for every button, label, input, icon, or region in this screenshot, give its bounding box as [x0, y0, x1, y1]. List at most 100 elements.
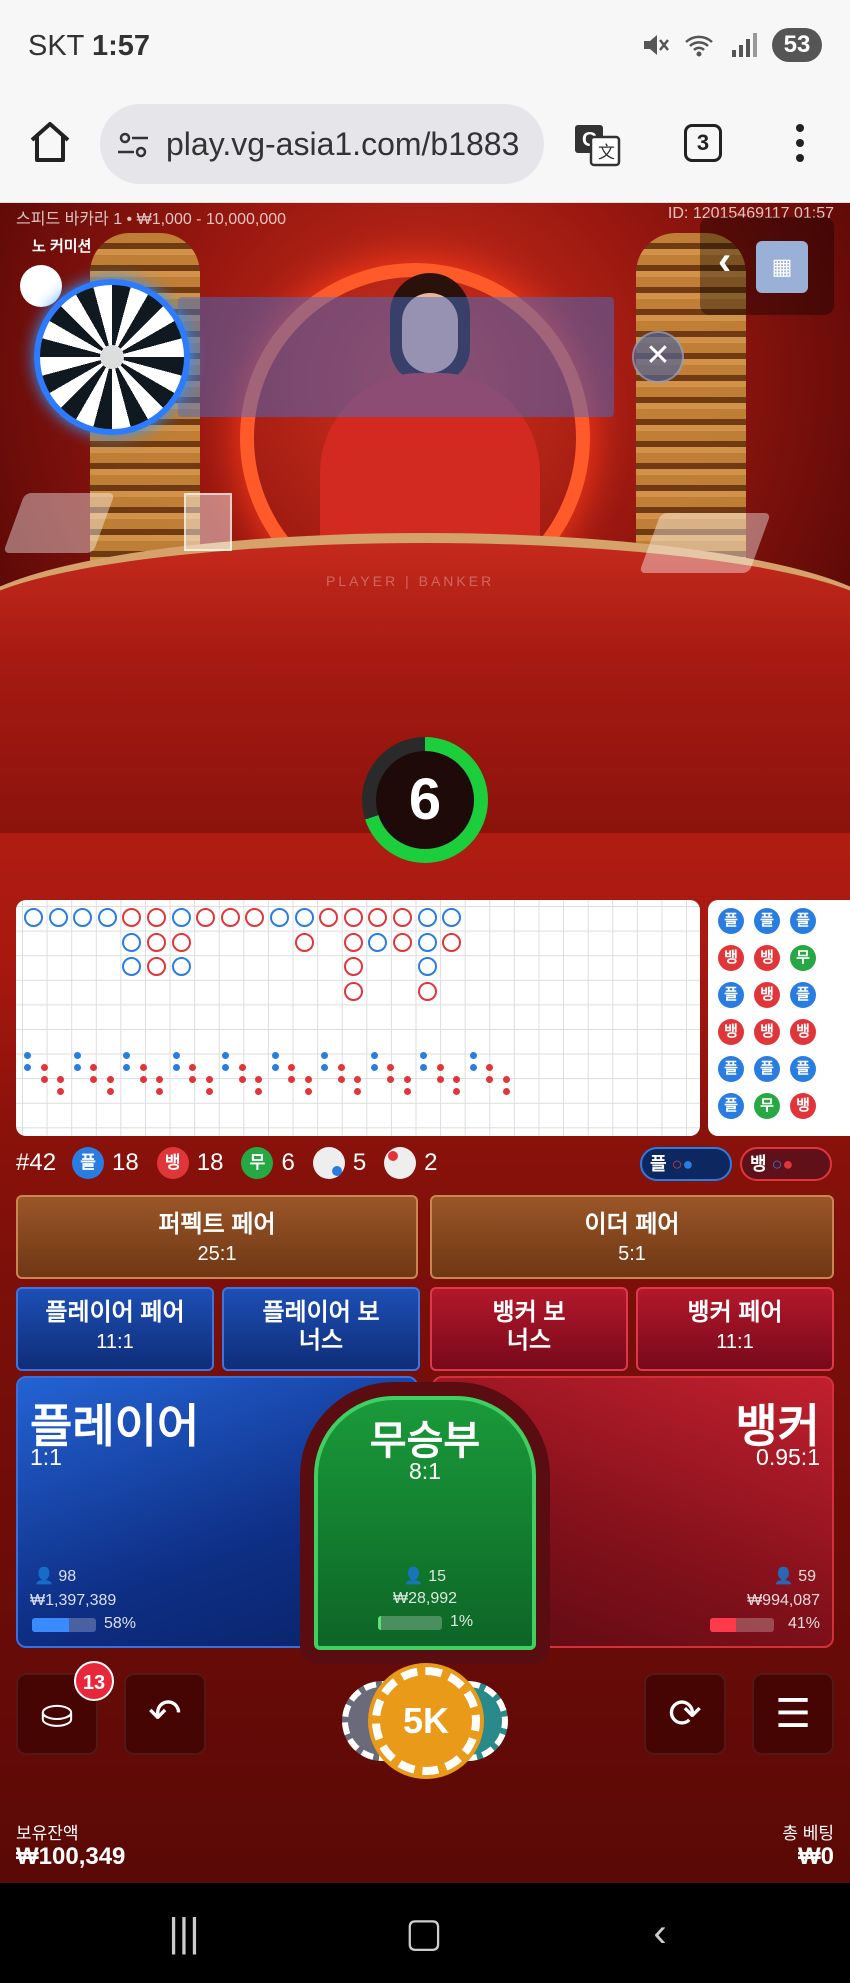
- translate-icon[interactable]: G文: [572, 120, 622, 170]
- back-icon[interactable]: ‹: [630, 1913, 690, 1957]
- player-pair-bet[interactable]: 플레이어 페어 11:1: [16, 1287, 214, 1371]
- discard-box: [184, 493, 232, 551]
- home-icon[interactable]: [26, 118, 74, 166]
- undo-button[interactable]: ↶: [124, 1673, 206, 1755]
- player-ask-button[interactable]: 플 ○●: [640, 1147, 732, 1181]
- promo-banner[interactable]: [178, 297, 614, 417]
- perfect-pair-label: 퍼펙트 페어: [158, 1211, 276, 1238]
- derived-road-mark: [73, 1064, 81, 1071]
- derived-road-mark: [502, 1088, 510, 1095]
- big-road-mark: [147, 932, 166, 952]
- big-road-mark: [196, 908, 216, 927]
- bead-road-cell: 뱅: [754, 982, 780, 1008]
- big-road-mark: [343, 957, 363, 977]
- more-menu-icon[interactable]: [788, 120, 812, 168]
- user-icon: 👤: [403, 1568, 424, 1585]
- derived-road-mark: [189, 1076, 196, 1083]
- derived-road-mark: [156, 1076, 163, 1083]
- player-ask-label: 플: [650, 1154, 667, 1174]
- derived-road-mark: [255, 1076, 262, 1083]
- player-pair-icon: [312, 1147, 345, 1179]
- big-road-mark: [73, 908, 93, 927]
- perfect-pair-bet[interactable]: 퍼펙트 페어 25:1: [16, 1195, 418, 1279]
- derived-road-mark: [387, 1076, 394, 1083]
- big-road-mark: [417, 932, 437, 952]
- derived-road-mark: [106, 1076, 114, 1083]
- tab-switcher-button[interactable]: 3: [684, 124, 722, 162]
- countdown-value: 6: [376, 751, 474, 849]
- derived-road-mark: [40, 1064, 48, 1071]
- big-road-mark: [122, 957, 142, 977]
- tie-bettors-count: 15: [428, 1568, 447, 1585]
- scoreboard-roads[interactable]: [16, 900, 700, 1136]
- derived-road-mark: [469, 1064, 477, 1071]
- derived-road-mark: [172, 1064, 180, 1071]
- bead-road-cell: 플: [754, 1056, 780, 1082]
- player-bonus-bet[interactable]: 플레이어 보너스: [222, 1287, 420, 1371]
- banker-pair-bet[interactable]: 뱅커 페어 11:1: [636, 1287, 834, 1371]
- ask-dot-icon: ●: [782, 1154, 794, 1174]
- derived-road-mark: [90, 1076, 97, 1083]
- derived-road-mark: [255, 1088, 262, 1095]
- derived-road-mark: [57, 1088, 64, 1095]
- home-nav-icon[interactable]: ▢: [394, 1913, 454, 1957]
- bead-road[interactable]: 플플플뱅뱅무플뱅플뱅뱅뱅플플플플무뱅: [708, 900, 850, 1136]
- banker-ask-button[interactable]: 뱅 ○●: [740, 1147, 832, 1181]
- close-icon[interactable]: ✕: [632, 331, 684, 383]
- table-switch-button[interactable]: ‹ ▦: [700, 217, 834, 315]
- derived-road-mark: [321, 1064, 328, 1071]
- derived-road-mark: [354, 1088, 361, 1095]
- banker-pair-label: 뱅커 페어: [687, 1299, 783, 1326]
- bead-road-cell: 무: [790, 945, 816, 971]
- big-road-mark: [442, 932, 462, 952]
- total-bet-value: ₩0: [798, 1843, 834, 1870]
- player-bettors-count: 98: [58, 1568, 77, 1585]
- big-road-mark: [417, 957, 437, 977]
- bead-road-cell: 무: [754, 1093, 780, 1119]
- tie-bet-area[interactable]: 무승부 8:1 👤 15 ₩28,992 1%: [314, 1396, 536, 1650]
- mute-icon: [644, 35, 669, 55]
- derived-road-mark: [156, 1088, 163, 1095]
- prize-wheel-icon[interactable]: [34, 279, 190, 435]
- derived-road-mark: [238, 1064, 246, 1071]
- derived-road-mark: [288, 1076, 295, 1083]
- banker-pair-count: 2: [424, 1149, 438, 1176]
- big-road-mark: [294, 908, 314, 927]
- either-pair-bet[interactable]: 이더 페어 5:1: [430, 1195, 834, 1279]
- derived-road-mark: [436, 1076, 444, 1083]
- site-settings-icon[interactable]: [116, 128, 150, 162]
- battery-indicator: 53: [772, 28, 822, 62]
- derived-road-mark: [436, 1064, 444, 1071]
- derived-road-mark: [420, 1064, 427, 1071]
- bead-road-cell: 뱅: [754, 1019, 780, 1045]
- chip-stack-icon: ⛀: [40, 1692, 74, 1736]
- big-road-mark: [368, 908, 388, 927]
- derived-road-mark: [205, 1076, 213, 1083]
- recent-apps-icon[interactable]: |||: [154, 1913, 214, 1957]
- big-road-mark: [24, 908, 43, 927]
- game-area: PLAYER | BANKER 스피드 바카라 1 • ₩1,000 - 10,…: [0, 203, 850, 1883]
- no-commission-toggle[interactable]: [20, 265, 62, 307]
- big-road-mark: [393, 908, 412, 927]
- table-print: PLAYER | BANKER: [326, 573, 495, 589]
- big-road-mark: [294, 932, 314, 952]
- address-bar[interactable]: play.vg-asia1.com/b1883: [100, 104, 544, 184]
- player-pair-count: 5: [352, 1149, 367, 1176]
- banker-amount: ₩994,087: [747, 1592, 820, 1609]
- banker-bonus-bet[interactable]: 뱅커 보너스: [430, 1287, 628, 1371]
- derived-road-mark: [172, 1052, 180, 1059]
- derived-road-mark: [387, 1064, 394, 1071]
- ask-dots-icon: ○: [771, 1154, 783, 1174]
- big-road-mark: [147, 908, 166, 927]
- player-pair-odds: 11:1: [96, 1331, 134, 1353]
- menu-button[interactable]: ☰: [752, 1673, 834, 1755]
- derived-road-mark: [24, 1052, 31, 1059]
- derived-road-mark: [420, 1052, 427, 1059]
- selected-chip[interactable]: 5K: [372, 1667, 480, 1775]
- table-info: 스피드 바카라 1 • ₩1,000 - 10,000,000: [16, 211, 287, 228]
- rebet-button[interactable]: ⟳: [644, 1673, 726, 1755]
- derived-road-mark: [222, 1064, 229, 1071]
- banker-bettors: 👤 59: [774, 1566, 816, 1586]
- big-road-mark: [343, 981, 363, 1001]
- banker-bettors-count: 59: [798, 1568, 816, 1585]
